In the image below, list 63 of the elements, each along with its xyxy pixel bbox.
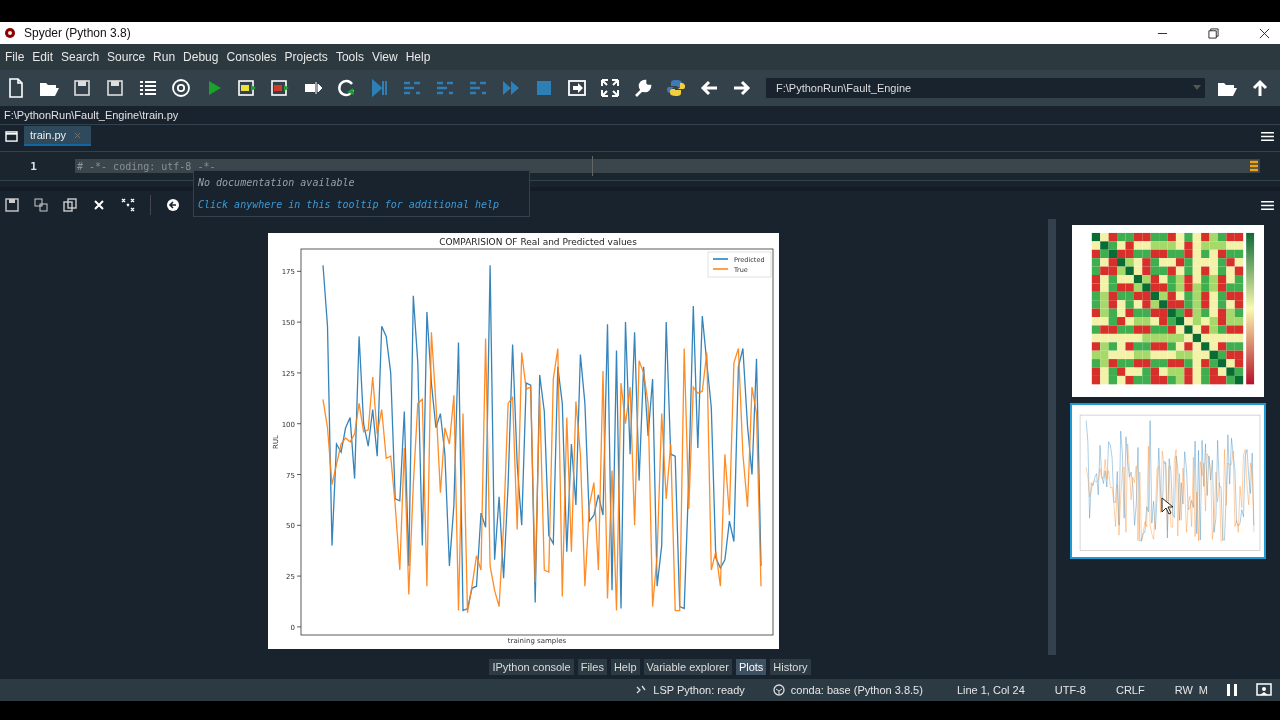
menu-item[interactable]: View xyxy=(371,50,398,64)
run-cell-icon[interactable] xyxy=(236,77,258,99)
window-icon[interactable] xyxy=(5,130,18,142)
menu-item[interactable]: Tools xyxy=(335,50,364,64)
save-all-icon[interactable] xyxy=(104,77,126,99)
close-icon[interactable] xyxy=(92,198,106,212)
save-all-icon[interactable] xyxy=(34,198,48,212)
environment-status: conda: base (Python 3.8.5) xyxy=(790,684,923,696)
legend-background xyxy=(707,251,772,278)
copy-icon[interactable] xyxy=(63,198,77,212)
pane-tab[interactable]: Plots xyxy=(735,659,767,675)
fullscreen-icon[interactable] xyxy=(599,77,621,99)
memory-status: M xyxy=(1198,684,1208,696)
mouse-cursor-icon xyxy=(1161,497,1173,515)
maximize-pane-icon[interactable] xyxy=(566,77,588,99)
python-icon[interactable] xyxy=(665,77,687,99)
lsp-status-icon xyxy=(635,684,648,696)
tooltip[interactable]: No documentation available Click anywhere in this tooltip for additional help xyxy=(193,170,530,217)
code-line: # -*- coding: utf-8 -*- xyxy=(76,160,216,172)
close-all-icon[interactable] xyxy=(121,198,135,212)
plot-thumbnail[interactable] xyxy=(1070,403,1266,559)
pane-tab[interactable]: Variable explorer xyxy=(643,659,732,675)
working-directory-field[interactable]: F:\PythonRun\Fault_Engine xyxy=(766,78,1205,98)
pane-tab[interactable]: Files xyxy=(577,659,607,675)
package-icon xyxy=(772,684,785,696)
warning-marker-icon xyxy=(1250,160,1258,172)
menu-item[interactable]: File xyxy=(5,50,25,64)
menu-item[interactable]: Edit xyxy=(32,50,54,64)
chart-title: COMPARISION OF Real and Predicted values xyxy=(439,237,637,247)
tooltip-message: No documentation available xyxy=(198,176,356,188)
menu-item[interactable]: Projects xyxy=(284,50,328,64)
menu-icon[interactable] xyxy=(1261,199,1274,211)
monitor-icon[interactable] xyxy=(1256,682,1272,698)
menu-item[interactable]: Debug xyxy=(183,50,219,64)
menu-item[interactable]: Help xyxy=(405,50,431,64)
menu-item[interactable]: Consoles xyxy=(226,50,277,64)
scrollbar[interactable] xyxy=(1048,219,1056,655)
rerun-icon[interactable] xyxy=(335,77,357,99)
file-encoding: UTF-8 xyxy=(1054,684,1086,696)
window-title: Spyder (Python 3.8) xyxy=(24,26,131,40)
lsp-status: LSP Python: ready xyxy=(653,684,745,696)
close-icon[interactable] xyxy=(1259,27,1270,39)
pane-tab[interactable]: Help xyxy=(610,659,640,675)
restore-icon[interactable] xyxy=(1208,27,1219,39)
save-icon[interactable] xyxy=(71,77,93,99)
cursor-position: Line 1, Col 24 xyxy=(956,684,1025,696)
menu-item[interactable]: Search xyxy=(61,50,100,64)
editor-tab[interactable]: train.py xyxy=(24,126,92,146)
run-cell-advance-icon[interactable] xyxy=(269,77,291,99)
menu-item[interactable]: Source xyxy=(107,50,146,64)
save-icon[interactable] xyxy=(5,198,19,212)
pause-icon[interactable] xyxy=(1224,682,1240,698)
line-number: 1 xyxy=(29,159,38,173)
pane-tab[interactable]: History xyxy=(770,659,811,675)
tooltip-link[interactable]: Click anywhere in this tooltip for additional help xyxy=(198,199,529,211)
file-permissions: RW xyxy=(1174,684,1193,696)
line-endings: CRLF xyxy=(1115,684,1145,696)
menu-icon[interactable] xyxy=(1261,130,1274,142)
file-path: F:\PythonRun\Fault_Engine\train.py xyxy=(3,108,180,123)
spider-icon xyxy=(4,27,16,39)
menu-item[interactable]: Run xyxy=(153,50,176,64)
previous-icon[interactable] xyxy=(166,198,180,212)
pane-tab[interactable]: IPython console xyxy=(489,659,574,675)
